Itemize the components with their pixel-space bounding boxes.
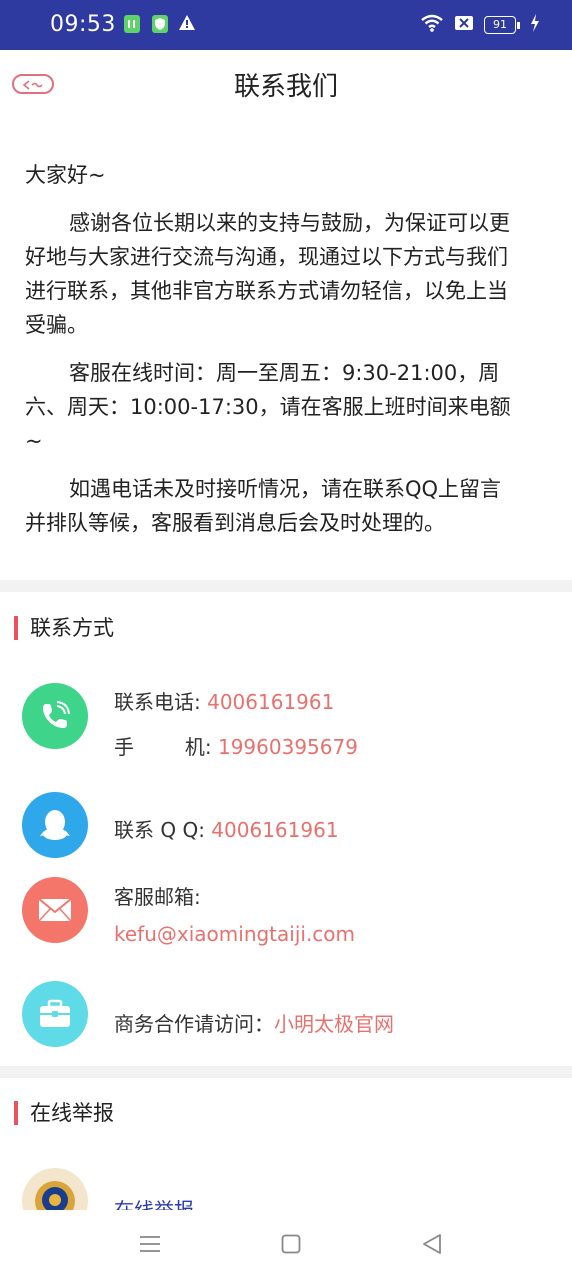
section-divider (0, 580, 572, 592)
contact-section-title: 联系方式 (14, 616, 114, 640)
status-time: 09:53 (50, 12, 116, 37)
notice-paragraph-2: 客服在线时间：周一至周五：9:30-21:00，周六、周天：10:00-17:3… (25, 361, 511, 453)
notice-paragraph-1: 感谢各位长期以来的支持与鼓励，为保证可以更好地与大家进行交流与沟通，现通过以下方… (25, 211, 510, 337)
notice-greeting: 大家好~ (25, 163, 106, 187)
status-right: 91 (420, 14, 540, 36)
home-nav-icon[interactable] (281, 1234, 301, 1258)
phone-line: 联系电话: 4006161961 (114, 686, 334, 715)
wifi-icon (420, 14, 444, 36)
business-link[interactable]: 小明太极官网 (274, 1012, 394, 1036)
notice-text: 大家好~ 感谢各位长期以来的支持与鼓励，为保证可以更好地与大家进行交流与沟通，现… (25, 158, 520, 554)
report-link[interactable]: 在线举报 (114, 1194, 194, 1210)
business-line: 商务合作请访问：小明太极官网 (114, 1008, 394, 1037)
navigation-bar (0, 1210, 572, 1280)
report-section-title: 在线举报 (14, 1101, 114, 1125)
back-nav-icon[interactable] (422, 1233, 442, 1259)
email-value[interactable]: kefu@xiaomingtaiji.com (114, 922, 355, 946)
warning-icon (178, 14, 196, 34)
briefcase-icon (22, 981, 88, 1047)
battery-level: 91 (484, 16, 516, 34)
sim-icon (123, 14, 141, 34)
menu-nav-icon[interactable] (139, 1234, 161, 1258)
report-row[interactable]: 在线举报 (22, 1168, 552, 1210)
status-bar: 09:53 91 (0, 0, 572, 50)
qq-label: 联系 Q Q: (114, 818, 212, 842)
shield-icon (151, 14, 169, 34)
mail-icon (22, 877, 88, 943)
email-label: 客服邮箱: (114, 885, 201, 909)
page-title: 联系我们 (233, 72, 338, 102)
phone-icon (22, 683, 88, 749)
business-row: 商务合作请访问：小明太极官网 (22, 981, 552, 1051)
notice-paragraph-3: 如遇电话未及时接听情况，请在联系QQ上留言并排队等候，客服看到消息后会及时处理的… (25, 477, 502, 535)
qq-row: 联系 Q Q: 4006161961 (22, 792, 552, 862)
qq-line: 联系 Q Q: 4006161961 (114, 814, 339, 843)
charging-icon (530, 14, 540, 36)
sim-disabled-icon (454, 14, 474, 36)
phone-label: 联系电话: (114, 690, 208, 714)
email-row: 客服邮箱: kefu@xiaomingtaiji.com (22, 877, 552, 957)
qq-penguin-icon (22, 792, 88, 858)
mobile-label: 手 机: (114, 735, 218, 759)
mobile-line: 手 机: 19960395679 (114, 731, 358, 760)
battery-icon: 91 (484, 16, 520, 34)
phone-value[interactable]: 4006161961 (207, 690, 334, 714)
police-emblem-icon (22, 1168, 88, 1210)
business-label: 商务合作请访问： (114, 1012, 274, 1036)
section-divider (0, 1066, 572, 1078)
phone-row: 联系电话: 4006161961 手 机: 19960395679 (22, 683, 552, 793)
mobile-value[interactable]: 19960395679 (218, 735, 358, 759)
qq-value[interactable]: 4006161961 (211, 818, 338, 842)
app-header: 联系我们 (0, 50, 572, 118)
